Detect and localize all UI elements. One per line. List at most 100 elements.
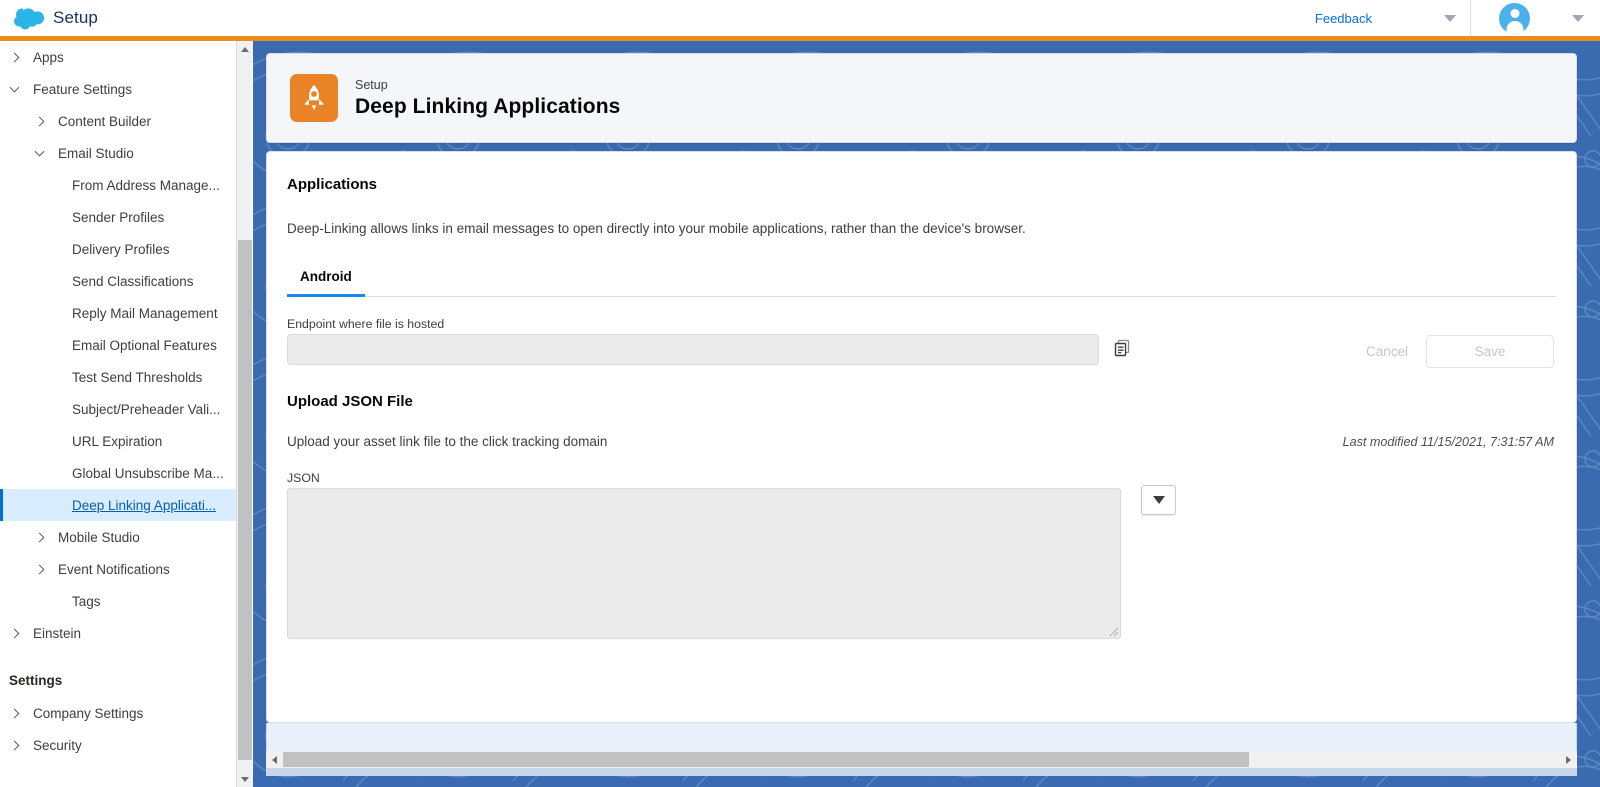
scroll-up-arrow-icon[interactable] xyxy=(237,41,253,57)
copy-to-clipboard-icon[interactable] xyxy=(1111,337,1133,359)
sidebar-item-from-address-manage[interactable]: From Address Manage... xyxy=(0,169,236,201)
sidebar-item-apps[interactable]: Apps xyxy=(0,41,236,73)
chevron-right-icon[interactable] xyxy=(0,628,28,638)
sidebar-item-tags[interactable]: Tags xyxy=(0,585,236,617)
save-button[interactable]: Save xyxy=(1426,335,1554,368)
endpoint-row: Endpoint where file is hosted Cancel Sav… xyxy=(287,317,1556,368)
sidebar-item-label: Deep Linking Applicati... xyxy=(72,497,217,513)
global-header: Setup Feedback xyxy=(0,0,1600,36)
global-header-actions: Feedback xyxy=(1315,0,1600,36)
sidebar-item-label: Delivery Profiles xyxy=(72,241,170,257)
last-modified-text: Last modified 11/15/2021, 7:31:57 AM xyxy=(1342,435,1554,449)
sidebar-item-feature-settings[interactable]: Feature Settings xyxy=(0,73,236,105)
sidebar-item-label: Company Settings xyxy=(33,705,144,721)
json-dropdown-button[interactable] xyxy=(1141,485,1176,515)
sidebar-item-event-notifications[interactable]: Event Notifications xyxy=(0,553,236,585)
chevron-down-icon[interactable] xyxy=(1572,14,1584,22)
resize-grip-icon[interactable] xyxy=(1107,625,1119,637)
endpoint-input[interactable] xyxy=(287,334,1099,365)
sidebar-item-label: Mobile Studio xyxy=(58,529,140,545)
applications-section-description: Deep-Linking allows links in email messa… xyxy=(287,221,1026,236)
feedback-label[interactable]: Feedback xyxy=(1315,11,1372,26)
sidebar-item-label: Reply Mail Management xyxy=(72,305,218,321)
sidebar-item-subject-preheader-vali[interactable]: Subject/Preheader Vali... xyxy=(0,393,236,425)
upload-description-row: Upload your asset link file to the click… xyxy=(287,434,1556,449)
chevron-right-icon[interactable] xyxy=(0,708,28,718)
chevron-down-icon[interactable] xyxy=(1152,496,1165,504)
sidebar-item-url-expiration[interactable]: URL Expiration xyxy=(0,425,236,457)
sidebar-item-email-optional-features[interactable]: Email Optional Features xyxy=(0,329,236,361)
page-header-card: Setup Deep Linking Applications xyxy=(266,53,1577,143)
sidebar-item-einstein[interactable]: Einstein xyxy=(0,617,236,649)
tab-android[interactable]: Android xyxy=(287,266,365,297)
sidebar-item-label: Global Unsubscribe Ma... xyxy=(72,465,224,481)
page-header-text: Setup Deep Linking Applications xyxy=(355,77,620,120)
sidebar-item-label: Security xyxy=(33,737,82,753)
endpoint-label: Endpoint where file is hosted xyxy=(287,317,445,331)
setup-home-link[interactable]: Setup xyxy=(0,6,98,30)
sidebar-item-company-settings[interactable]: Company Settings xyxy=(0,697,236,729)
feedback-menu[interactable]: Feedback xyxy=(1315,0,1471,36)
global-header-title: Setup xyxy=(53,8,98,27)
sidebar-item-label: Sender Profiles xyxy=(72,209,165,225)
json-field-block: JSON xyxy=(287,471,1556,639)
upload-json-description: Upload your asset link file to the click… xyxy=(287,434,608,449)
sidebar-item-test-send-thresholds[interactable]: Test Send Thresholds xyxy=(0,361,236,393)
main-content-pane: Setup Deep Linking Applications Applicat… xyxy=(253,41,1600,787)
sidebar-scrollbar-thumb[interactable] xyxy=(238,240,252,760)
sidebar-item-email-studio[interactable]: Email Studio xyxy=(0,137,236,169)
chevron-right-icon[interactable] xyxy=(25,532,53,542)
sidebar-item-label: Content Builder xyxy=(58,113,152,129)
sidebar-item-label: Apps xyxy=(33,49,64,65)
json-label: JSON xyxy=(287,471,320,485)
upload-json-title: Upload JSON File xyxy=(287,393,413,410)
sidebar-item-label: Einstein xyxy=(33,625,82,641)
sidebar-item-mobile-studio[interactable]: Mobile Studio xyxy=(0,521,236,553)
horizontal-scrollbar-track[interactable] xyxy=(283,751,1560,768)
sidebar-item-label: Email Studio xyxy=(58,145,134,161)
chevron-down-icon[interactable] xyxy=(25,146,53,158)
scroll-right-arrow-icon[interactable] xyxy=(1560,751,1577,768)
sidebar-item-label: Tags xyxy=(72,593,101,609)
sidebar-item-content-builder[interactable]: Content Builder xyxy=(0,105,236,137)
sidebar-item-label: Subject/Preheader Vali... xyxy=(72,401,221,417)
horizontal-scrollbar-thumb[interactable] xyxy=(283,752,1249,767)
sidebar-item-send-classifications[interactable]: Send Classifications xyxy=(0,265,236,297)
chevron-right-icon[interactable] xyxy=(25,116,53,126)
sidebar-item-deep-linking-applicati[interactable]: Deep Linking Applicati... xyxy=(0,489,236,521)
sidebar-item-label: URL Expiration xyxy=(72,433,163,449)
scroll-left-arrow-icon[interactable] xyxy=(266,751,283,768)
sidebar-settings-list: Company Settings Security xyxy=(0,697,236,761)
sidebar-item-delivery-profiles[interactable]: Delivery Profiles xyxy=(0,233,236,265)
chevron-down-icon[interactable] xyxy=(0,82,28,94)
endpoint-field-group: Endpoint where file is hosted xyxy=(287,317,1099,365)
sidebar-item-security[interactable]: Security xyxy=(0,729,236,761)
applications-section-title: Applications xyxy=(287,176,378,193)
json-field-group: JSON xyxy=(287,471,1121,639)
chevron-right-icon[interactable] xyxy=(0,740,28,750)
platform-tablist: Android xyxy=(287,266,1556,297)
sidebar-scrollbar[interactable] xyxy=(236,41,253,787)
chevron-down-icon[interactable] xyxy=(1444,14,1456,22)
sidebar-item-list: Apps Feature Settings Content Builder Email… xyxy=(0,41,236,649)
json-textarea[interactable] xyxy=(288,489,1120,638)
sidebar-item-label: Event Notifications xyxy=(58,561,170,577)
sidebar-item-global-unsubscribe-ma[interactable]: Global Unsubscribe Ma... xyxy=(0,457,236,489)
horizontal-scrollbar[interactable] xyxy=(266,751,1577,768)
sidebar-item-label: Send Classifications xyxy=(72,273,194,289)
sidebar-section-settings: Settings xyxy=(9,672,63,688)
setup-sidebar-nav: Apps Feature Settings Content Builder Email… xyxy=(0,41,236,787)
sidebar-item-reply-mail-management[interactable]: Reply Mail Management xyxy=(0,297,236,329)
chevron-right-icon[interactable] xyxy=(0,52,28,62)
user-avatar-icon[interactable] xyxy=(1499,2,1530,34)
page-title: Deep Linking Applications xyxy=(355,94,621,118)
sidebar-item-label: Email Optional Features xyxy=(72,337,217,353)
chevron-right-icon[interactable] xyxy=(25,564,53,574)
user-menu[interactable] xyxy=(1471,2,1600,34)
cancel-button[interactable]: Cancel xyxy=(1348,344,1426,359)
sidebar-item-sender-profiles[interactable]: Sender Profiles xyxy=(0,201,236,233)
sidebar-item-label: Test Send Thresholds xyxy=(72,369,203,385)
salesforce-cloud-icon xyxy=(10,6,44,30)
scroll-down-arrow-icon[interactable] xyxy=(237,771,253,787)
